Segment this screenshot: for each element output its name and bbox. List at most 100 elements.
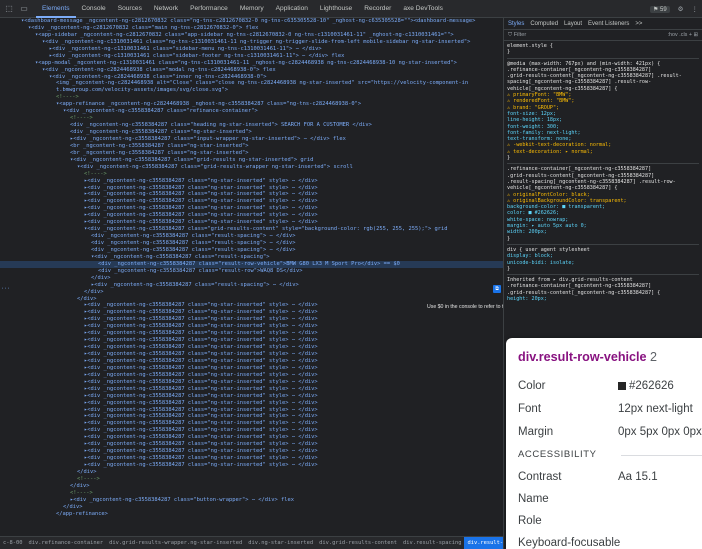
dom-node[interactable]: ▸<div _ngcontent-ng-c3558384287 class="n… <box>0 358 503 365</box>
styles-filter-tools[interactable]: :hov .cls + ⊞ <box>668 32 698 38</box>
selected-dom-node[interactable]: <div _ngcontent-ng-c3558384287 class="re… <box>0 260 503 268</box>
dom-node[interactable]: ▸<div _ngcontent-ng-c3558384287 class="n… <box>0 365 503 372</box>
breadcrumb-item[interactable]: div.result-row-vehicle <box>464 537 503 549</box>
dom-node[interactable]: ▾<div _ngcontent-ng-c3558384287 class="g… <box>0 157 503 164</box>
dom-node[interactable]: ▾<div _ngcontent-ng-c2824468938 class="m… <box>0 67 503 74</box>
dom-node[interactable]: ▸<div _ngcontent-ng-c3558384287 class="n… <box>0 400 503 407</box>
breadcrumb-item[interactable]: div.grid-results-content <box>316 540 400 546</box>
dom-node[interactable]: ▸<div _ngcontent-ng-c3558384287 class="n… <box>0 316 503 323</box>
dom-node[interactable]: ▸<div _ngcontent-ng-c3558384287 class="n… <box>0 413 503 420</box>
dom-node[interactable]: ▾<div _ngcontent-ng-c2824468938 class="i… <box>0 74 503 81</box>
dom-node[interactable]: ▸<div _ngcontent-ng-c3558384287 class="r… <box>0 282 503 289</box>
breadcrumb-item[interactable]: div.ng-star-inserted <box>245 540 316 546</box>
dom-node[interactable]: <div _ngcontent-ng-c3558384287 class="he… <box>0 122 503 129</box>
dom-node[interactable]: ▾<div _ngcontent-ng-c1310031461 class="n… <box>0 39 503 46</box>
rule-declaration[interactable]: height: 20px; <box>507 296 699 302</box>
dom-node[interactable]: ▾<div _ngcontent-ng-c3558384287 class="r… <box>0 108 503 115</box>
more-menu-icon[interactable]: ⋮ <box>692 5 699 13</box>
dom-node[interactable]: <div _ngcontent-ng-c3558384287 class="re… <box>0 247 503 254</box>
dom-node[interactable]: ▸<div _ngcontent-ng-c3558384287 class="n… <box>0 407 503 414</box>
dom-node[interactable]: ▸<div _ngcontent-ng-c3558384287 class="n… <box>0 344 503 351</box>
dom-node[interactable]: ▸<div _ngcontent-ng-c3558384287 class="n… <box>0 427 503 434</box>
dom-node[interactable]: </div> <box>0 275 503 282</box>
dom-node[interactable]: <!----> <box>0 476 503 483</box>
dom-node[interactable]: ▸<div _ngcontent-ng-c3558384287 class="n… <box>0 420 503 427</box>
dom-node[interactable]: <!----> <box>0 171 503 178</box>
tab-network[interactable]: Network <box>148 0 184 18</box>
dom-node[interactable]: ▸<div _ngcontent-ng-c3558384287 class="n… <box>0 323 503 330</box>
show-badge-icon[interactable]: ⧉ <box>493 285 501 293</box>
dom-node[interactable]: ▸<div _ngcontent-ng-c3558384287 class="n… <box>0 205 503 212</box>
dom-node[interactable]: ▸<div _ngcontent-ng-c3558384287 class="n… <box>0 441 503 448</box>
dom-node[interactable]: ▸<div _ngcontent-ng-c3558384287 class="n… <box>0 191 503 198</box>
dom-node[interactable]: ▸<div _ngcontent-ng-c3558384287 class="n… <box>0 351 503 358</box>
dom-node[interactable]: ▸<div _ngcontent-ng-c3558384287 class="n… <box>0 455 503 462</box>
dom-node[interactable]: ▸<div _ngcontent-ng-c1310031461 class="s… <box>0 53 503 60</box>
dom-node[interactable]: ▾<div _ngcontent-ng-c3558384287 class="g… <box>0 164 503 171</box>
tab-axe-devtools[interactable]: axe DevTools <box>397 0 449 18</box>
settings-icon[interactable]: ⚙ <box>678 5 684 13</box>
dom-node[interactable]: ▾<app-sidebar _ngcontent-ng-c2812670832 … <box>0 32 503 39</box>
styles-tab[interactable]: Event Listeners <box>588 21 629 27</box>
issues-badge[interactable]: ⚑ 59 <box>649 5 670 13</box>
dom-node[interactable]: <!----> <box>0 115 503 122</box>
tab-console[interactable]: Console <box>76 0 112 18</box>
styles-tab[interactable]: Computed <box>530 21 558 27</box>
dom-node[interactable]: <img _ngcontent-ng-c2824468938 alt="Clos… <box>0 80 503 87</box>
styles-tab[interactable]: Layout <box>564 21 582 27</box>
dom-node[interactable]: ▸<div _ngcontent-ng-c3558384287 class="n… <box>0 386 503 393</box>
dom-node[interactable]: ▸<div _ngcontent-ng-c3558384287 class="b… <box>0 497 503 504</box>
inspect-icon[interactable]: ⬚ <box>3 3 15 15</box>
dom-node[interactable]: ▸<div _ngcontent-ng-c3558384287 class="n… <box>0 178 503 185</box>
dom-node[interactable]: ▾<app-modal _ngcontent-ng-c1310031461 cl… <box>0 60 503 67</box>
dom-node[interactable]: <!----> <box>0 94 503 101</box>
dom-node[interactable]: </div> <box>0 289 503 296</box>
dom-node[interactable]: ▸<div _ngcontent-ng-c3558384287 class="n… <box>0 212 503 219</box>
styles-tab[interactable]: Styles <box>508 21 524 27</box>
styles-tab[interactable]: >> <box>635 21 642 27</box>
dom-node[interactable]: ▸<div _ngcontent-ng-c3558384287 class="n… <box>0 434 503 441</box>
dom-node[interactable]: ▾<div _ngcontent-ng-c2812670832 class="m… <box>0 25 503 32</box>
dom-node[interactable]: <div _ngcontent-ng-c3558384287 class="re… <box>0 240 503 247</box>
dom-node[interactable]: ▸<div _ngcontent-ng-c3558384287 class="n… <box>0 448 503 455</box>
dom-node[interactable]: ▸<div _ngcontent-ng-c3558384287 class="n… <box>0 219 503 226</box>
tab-lighthouse[interactable]: Lighthouse <box>314 0 358 18</box>
dom-node[interactable]: ▸<div _ngcontent-ng-c3558384287 class="n… <box>0 379 503 386</box>
dom-node[interactable]: </div> <box>0 296 503 303</box>
dom-node[interactable]: ▸<div _ngcontent-ng-c3558384287 class="n… <box>0 462 503 469</box>
dom-node[interactable]: <br _ngcontent-ng-c3558384287 class="ng-… <box>0 150 503 157</box>
breadcrumb-item[interactable]: div.grid-results-wrapper.ng-star-inserte… <box>106 540 245 546</box>
styles-filter-input[interactable]: Filter <box>514 32 526 38</box>
dom-node[interactable]: </div> <box>0 469 503 476</box>
elements-tree[interactable]: ▾<dashboard-message _ngcontent-ng-c28126… <box>0 18 503 536</box>
dom-node[interactable]: ▾<dashboard-message _ngcontent-ng-c28126… <box>0 18 503 25</box>
tab-memory[interactable]: Memory <box>234 0 270 18</box>
dom-node[interactable]: ▸<div _ngcontent-ng-c3558384287 class="n… <box>0 198 503 205</box>
tab-recorder[interactable]: Recorder <box>358 0 397 18</box>
breadcrumb-item[interactable]: div.refinance-container <box>25 540 106 546</box>
dom-node[interactable]: ▸<div _ngcontent-ng-c3558384287 class="n… <box>0 337 503 344</box>
styles-filter[interactable]: ⛉ Filter :hov .cls + ⊞ <box>504 30 702 41</box>
device-toggle-icon[interactable]: ▭ <box>18 3 30 15</box>
dom-node[interactable]: ▾<div _ngcontent-ng-c3558384287 class="g… <box>0 226 503 233</box>
dom-node[interactable]: </div> <box>0 483 503 490</box>
dom-node[interactable]: <div _ngcontent-ng-c3558384287 class="re… <box>0 268 503 275</box>
dom-node[interactable]: <div _ngcontent-ng-c3558384287 class="ng… <box>0 129 503 136</box>
tab-sources[interactable]: Sources <box>112 0 148 18</box>
breadcrumb-item[interactable]: c-8-00 <box>0 540 25 546</box>
dom-node[interactable]: </app-refinance> <box>0 511 503 518</box>
dom-node[interactable]: <!----> <box>0 490 503 497</box>
dom-node[interactable]: ▸<div _ngcontent-ng-c3558384287 class="n… <box>0 330 503 337</box>
dom-node[interactable]: </div> <box>0 504 503 511</box>
dom-node[interactable]: ▾<app-refinance _ngcontent-ng-c282446893… <box>0 101 503 108</box>
dom-node[interactable]: ▸<div _ngcontent-ng-c3558384287 class="n… <box>0 372 503 379</box>
dom-node[interactable]: t.bmwgroup.com/velocity-assets/images/sv… <box>0 87 503 94</box>
dom-node[interactable]: <div _ngcontent-ng-c3558384287 class="re… <box>0 233 503 240</box>
breadcrumb-item[interactable]: div.result-spacing <box>400 540 464 546</box>
dom-node[interactable]: <br _ngcontent-ng-c3558384287 class="ng-… <box>0 143 503 150</box>
tab-performance[interactable]: Performance <box>184 0 234 18</box>
tab-application[interactable]: Application <box>270 0 314 18</box>
dom-node[interactable]: ▸<div _ngcontent-ng-c3558384287 class="i… <box>0 136 503 143</box>
dom-node[interactable]: ▸<div _ngcontent-ng-c3558384287 class="n… <box>0 185 503 192</box>
dom-node[interactable]: ▸<div _ngcontent-ng-c3558384287 class="n… <box>0 393 503 400</box>
